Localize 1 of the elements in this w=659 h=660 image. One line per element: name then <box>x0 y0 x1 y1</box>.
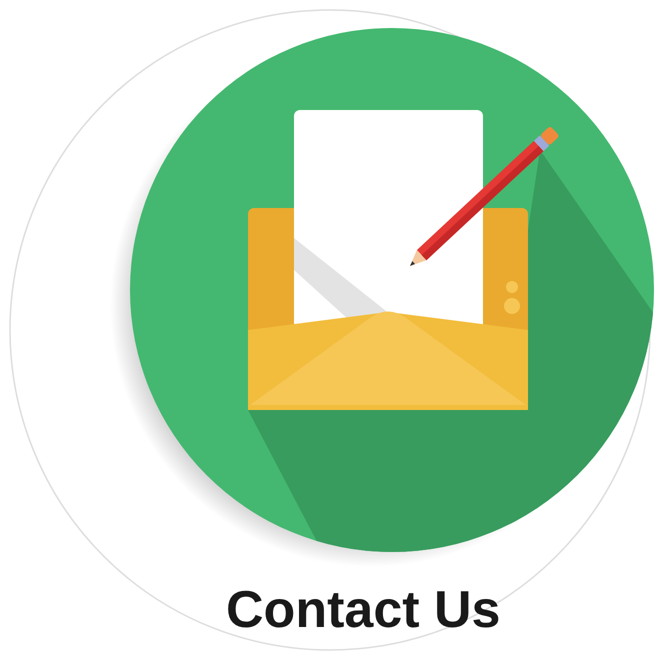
contact-us-link[interactable]: Contact Us <box>226 584 500 636</box>
